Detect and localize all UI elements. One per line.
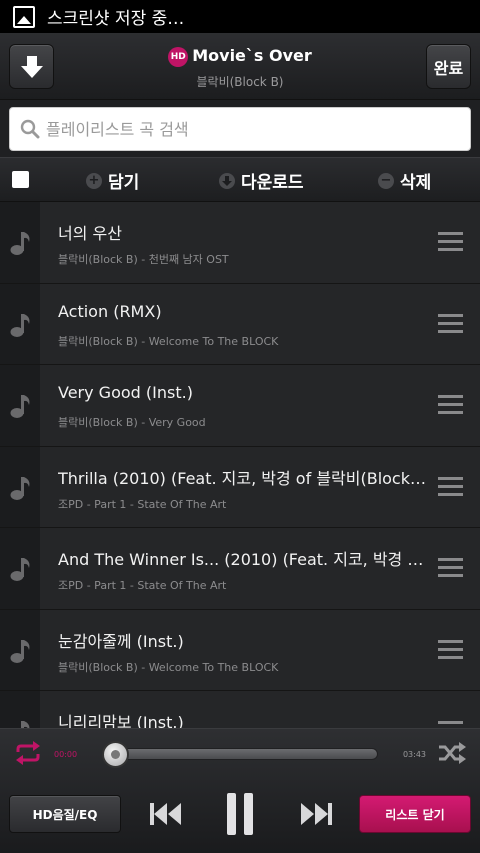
track-subtitle: 블락비(Block B) - 천번째 남자 OST — [58, 253, 229, 266]
music-note-icon — [21, 721, 30, 728]
track-subtitle: 블락비(Block B) - Welcome To The BLOCK — [58, 334, 279, 348]
download-label: 다운로드 — [241, 173, 304, 193]
select-all-checkbox[interactable] — [12, 171, 29, 188]
previous-icon — [150, 803, 181, 825]
music-note-icon — [10, 395, 30, 418]
track-subtitle: 블락비(Block B) - Very Good — [58, 416, 206, 429]
search-icon — [20, 119, 40, 139]
note-column — [0, 691, 40, 728]
delete-label: 삭제 — [400, 173, 432, 193]
track-title: 너의 우산 — [58, 224, 122, 243]
note-column — [0, 283, 40, 364]
pause-button[interactable] — [222, 793, 258, 835]
note-column — [0, 609, 40, 690]
hd-badge: HD — [168, 47, 189, 67]
total-time: 03:43 — [402, 750, 426, 759]
song-title: HD Movie`s Over — [0, 46, 480, 67]
track-row[interactable]: Very Good (Inst.) 블락비(Block B) - Very Goo… — [0, 365, 480, 447]
next-icon — [301, 803, 332, 825]
note-column — [0, 528, 40, 609]
track-row[interactable]: 너의 우산블락비(Block B) - 천번째 남자 OST — [0, 202, 480, 284]
note-column — [0, 446, 40, 527]
drag-handle-icon[interactable] — [438, 313, 463, 334]
track-subtitle: 조PD - Part 1 - State Of The Art — [58, 579, 227, 592]
drag-handle-icon[interactable] — [438, 476, 463, 497]
delete-icon: − — [378, 172, 394, 189]
drag-handle-icon[interactable] — [438, 395, 463, 415]
music-note-icon — [10, 639, 30, 663]
player-header: HD Movie`s Over 블락비(Block B) 완료 — [0, 33, 480, 100]
seek-thumb[interactable] — [102, 741, 129, 768]
music-note-icon — [10, 313, 30, 337]
shuffle-icon[interactable] — [438, 741, 466, 765]
search-field[interactable] — [9, 107, 471, 151]
track-title: Thrilla (2010) (Feat. 지코, 박경 of 블락비(Bloc… — [58, 468, 430, 488]
download-icon — [219, 172, 235, 189]
search-input[interactable] — [46, 119, 446, 139]
song-artist: 블락비(Block B) — [196, 75, 284, 89]
add-button[interactable]: + 담기 — [86, 168, 139, 193]
repeat-icon[interactable] — [14, 741, 42, 765]
drag-handle-icon[interactable] — [438, 558, 463, 578]
track-row[interactable]: 눈감아줄께 (Inst.) 블락비(Block B) - Welcome To T… — [0, 609, 480, 691]
seek-bar[interactable] — [102, 748, 378, 760]
current-time: 00:00 — [54, 750, 78, 759]
track-title: Very Good (Inst.) — [58, 383, 193, 402]
note-column — [0, 202, 40, 283]
music-note-icon — [10, 476, 30, 500]
previous-button[interactable] — [148, 793, 184, 835]
track-subtitle: 조PD - Part 1 - State Of The Art — [58, 497, 227, 511]
track-subtitle: 블락비(Block B) - Welcome To The BLOCK — [58, 660, 279, 674]
music-note-icon — [10, 232, 30, 255]
track-row[interactable]: Action (RMX) 블락비(Block B) - Welcome To Th… — [0, 283, 480, 365]
track-row[interactable]: And The Winner Is... (2010) (Feat. 지코, 박… — [0, 528, 480, 610]
drag-handle-icon[interactable] — [438, 721, 463, 728]
add-label: 담기 — [108, 173, 140, 193]
done-button[interactable]: 완료 — [426, 44, 471, 89]
track-title: And The Winner Is... (2010) (Feat. 지코, 박… — [58, 550, 430, 569]
close-list-button[interactable]: 리스트 닫기 — [359, 795, 471, 833]
download-button[interactable]: 다운로드 — [219, 168, 304, 193]
add-icon: + — [86, 172, 102, 189]
player-controls: 00:00 03:43 HD음질/EQ 리스트 닫기 — [0, 728, 480, 853]
track-title: 눈감아줄께 (Inst.) — [58, 631, 184, 651]
note-column — [0, 365, 40, 446]
image-icon — [13, 5, 35, 28]
track-title: Action (RMX) — [58, 301, 162, 321]
status-text: 스크린샷 저장 중… — [47, 9, 185, 29]
pause-icon — [227, 793, 253, 835]
next-button[interactable] — [298, 793, 334, 835]
drag-handle-icon[interactable] — [438, 232, 463, 252]
music-note-icon — [10, 558, 30, 581]
hd-eq-button[interactable]: HD음질/EQ — [9, 795, 121, 833]
song-title-text: Movie`s Over — [192, 46, 312, 65]
search-bar — [0, 100, 480, 157]
track-row[interactable]: Thrilla (2010) (Feat. 지코, 박경 of 블락비(Bloc… — [0, 446, 480, 528]
track-title: 니리리맘보 (Inst.) — [58, 713, 184, 728]
playlist[interactable]: 너의 우산 블락비(Block B) - 천번째 남자 OST Action (RM… — [0, 202, 480, 728]
action-bar: + 담기 다운로드 − 삭제 — [0, 157, 480, 202]
track-row[interactable]: 니리리맘보 (Inst.) — [0, 691, 480, 728]
status-bar: 스크린샷 저장 중… — [0, 0, 480, 33]
delete-button[interactable]: − 삭제 — [378, 168, 431, 193]
drag-handle-icon[interactable] — [438, 639, 463, 660]
